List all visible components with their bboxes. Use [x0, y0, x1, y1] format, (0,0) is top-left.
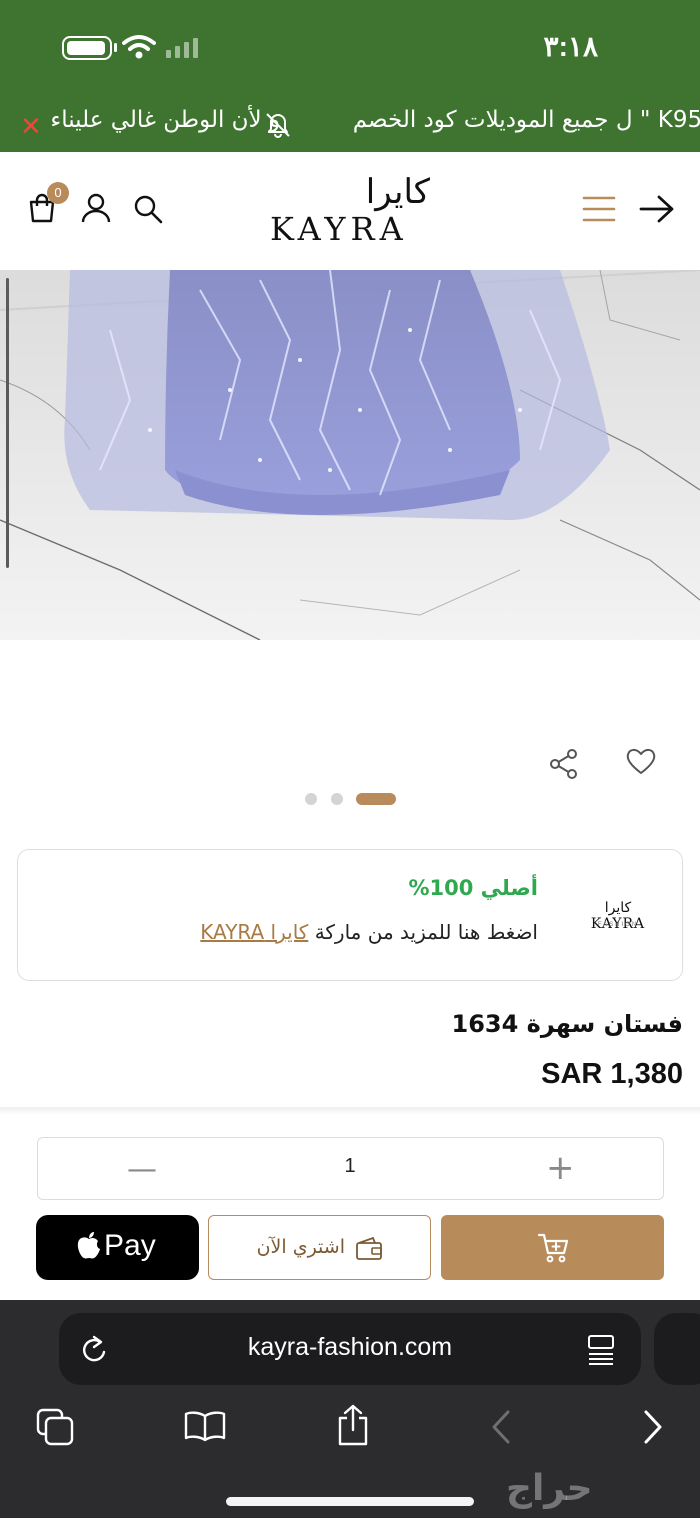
apple-logo-icon [77, 1232, 100, 1259]
add-to-cart-icon [537, 1233, 569, 1263]
status-time: ٣:١٨ [543, 31, 598, 62]
back-arrow-icon[interactable] [639, 194, 675, 224]
cellular-signal-icon [166, 38, 198, 58]
quantity-increase-button[interactable]: + [546, 1148, 575, 1188]
apple-pay-button[interactable]: Pay [36, 1215, 199, 1280]
product-price: SAR 1,380 [541, 1058, 683, 1090]
bookmarks-icon[interactable] [184, 1410, 226, 1442]
dress-photo [0, 270, 700, 640]
announcement-text-tail: و لأن الوطن غالي عليناء [50, 107, 281, 133]
haraj-watermark: حراج [506, 1468, 593, 1509]
wifi-icon [122, 35, 156, 59]
url-text[interactable]: kayra-fashion.com [180, 1333, 520, 1362]
brand-cta: اضغط هنا للمزيد من ماركة كايرا KAYRA [200, 920, 538, 944]
logo-english: KAYRA [270, 210, 408, 248]
close-icon[interactable]: ✕ [20, 112, 42, 142]
apple-pay-label: Pay [104, 1229, 156, 1262]
announcement-bar[interactable]: " K95 " ل جميع الموديلات كود الخصم و لأن… [0, 95, 700, 152]
gallery-dot-active[interactable] [356, 793, 396, 805]
share-icon[interactable] [336, 1404, 370, 1446]
product-image[interactable] [0, 270, 700, 640]
quantity-decrease-button[interactable]: — [127, 1152, 157, 1187]
kayra-logo[interactable]: كايرا KAYRA [264, 172, 438, 248]
reader-icon[interactable] [586, 1334, 616, 1366]
brand-logo[interactable]: كايرا KAYRA FASHION [576, 886, 660, 942]
product-title: فستان سهرة 1634 [451, 1010, 683, 1038]
next-tab-preview[interactable] [654, 1313, 700, 1385]
original-badge: أصلي 100% [408, 876, 538, 900]
gallery-dot[interactable] [305, 793, 317, 805]
share-icon[interactable] [548, 748, 580, 780]
logo-arabic: كايرا [365, 172, 430, 212]
brand-cta-text: اضغط هنا للمزيد من ماركة [314, 920, 538, 944]
buy-now-label: اشتري الآن [256, 1236, 345, 1258]
battery-tip [114, 43, 117, 52]
wallet-icon [356, 1237, 382, 1260]
brand-link[interactable]: كايرا KAYRA [200, 920, 308, 944]
back-icon[interactable] [490, 1410, 512, 1444]
tabs-icon[interactable] [36, 1408, 74, 1446]
gallery-dot[interactable] [331, 793, 343, 805]
quantity-value[interactable]: 1 [300, 1155, 400, 1178]
bell-icon [266, 113, 290, 138]
reload-icon[interactable] [80, 1334, 110, 1366]
brand-logo-subtitle: FASHION [597, 922, 639, 928]
forward-icon[interactable] [642, 1410, 664, 1444]
announcement-text-main: " K95 " ل جميع الموديلات كود الخصم [352, 107, 700, 133]
announcement-text: " K95 " ل جميع الموديلات كود الخصم و لأن… [50, 107, 700, 133]
heart-icon[interactable] [625, 746, 657, 776]
add-to-cart-button[interactable] [441, 1215, 664, 1280]
image-scroll-indicator [6, 278, 9, 568]
home-indicator[interactable] [226, 1497, 474, 1506]
search-icon[interactable] [133, 194, 163, 224]
menu-icon[interactable] [582, 194, 616, 224]
purchase-bar-divider [0, 1107, 700, 1115]
user-icon[interactable] [81, 192, 111, 224]
battery-icon [62, 36, 112, 60]
cart-count-badge: 0 [47, 182, 69, 204]
buy-now-button[interactable]: اشتري الآن [208, 1215, 431, 1280]
